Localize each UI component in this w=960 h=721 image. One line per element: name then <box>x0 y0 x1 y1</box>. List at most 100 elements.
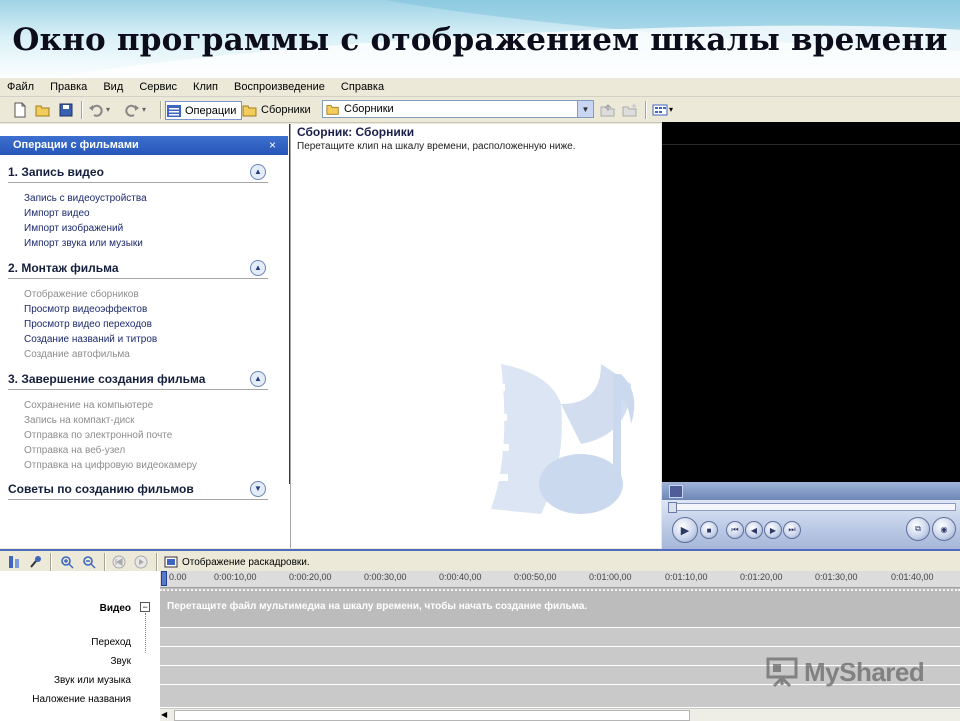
show-storyboard-button[interactable]: Отображение раскадровки. <box>182 557 310 568</box>
playhead[interactable] <box>161 571 167 586</box>
menu-bar: Файл Правка Вид Сервис Клип Воспроизведе… <box>0 78 960 97</box>
fast-forward-icon[interactable]: ⏭ <box>783 521 801 539</box>
preview-status-bar <box>662 482 960 500</box>
operations-icon <box>167 104 181 117</box>
narrate-microphone-icon[interactable] <box>29 555 43 569</box>
task-pane-header: Операции с фильмами × <box>0 136 288 155</box>
section-title[interactable]: 1. Запись видео ▲ <box>8 164 268 183</box>
section-tips: Советы по созданию фильмов ▼ <box>8 481 268 500</box>
collections-button[interactable]: Сборники <box>242 101 314 118</box>
views-button[interactable]: ▾ <box>652 101 673 118</box>
seek-handle[interactable] <box>668 502 677 513</box>
chevron-up-icon[interactable]: ▲ <box>250 371 266 387</box>
title-overlay-track[interactable] <box>160 685 960 708</box>
new-collection-button[interactable] <box>622 101 638 118</box>
section-title[interactable]: 2. Монтаж фильма ▲ <box>8 260 268 279</box>
menu-edit[interactable]: Правка <box>43 78 93 94</box>
section-title-text: 2. Монтаж фильма <box>8 261 119 275</box>
views-dropdown-icon[interactable]: ▾ <box>669 105 673 114</box>
collection-panel: Сборник: Сборники Перетащите клип на шка… <box>291 124 661 548</box>
slide-header: Окно программы с отображением шкалы врем… <box>0 0 960 82</box>
timeline-scrollbar[interactable]: ◀ <box>160 708 960 721</box>
monitor-icon <box>669 485 683 498</box>
video-track[interactable]: Перетащите файл мультимедиа на шкалу вре… <box>160 588 960 628</box>
folder-up-icon <box>600 103 615 116</box>
new-project-button[interactable] <box>12 101 28 118</box>
save-project-button[interactable] <box>58 101 74 118</box>
redo-dropdown-icon[interactable]: ▾ <box>142 105 146 114</box>
zoom-out-icon[interactable] <box>82 555 96 569</box>
menu-play[interactable]: Воспроизведение <box>227 78 331 94</box>
menu-file[interactable]: Файл <box>0 78 40 94</box>
scroll-left-icon[interactable]: ◀ <box>161 710 167 719</box>
toolbar-separator <box>160 101 162 119</box>
chevron-down-icon[interactable]: ▼ <box>577 101 593 117</box>
next-frame-icon[interactable]: ▶ <box>764 521 782 539</box>
section-capture-video: 1. Запись видео ▲ Запись с видеоустройст… <box>8 164 268 251</box>
play-timeline-icon[interactable] <box>134 555 148 569</box>
section-title[interactable]: 3. Завершение создания фильма ▲ <box>8 371 268 390</box>
task-link[interactable]: Просмотр видео переходов <box>8 317 268 332</box>
task-link[interactable]: Импорт звука или музыки <box>8 236 268 251</box>
seek-bar[interactable] <box>668 502 956 513</box>
task-link[interactable]: Просмотр видеоэффектов <box>8 302 268 317</box>
storyboard-icon[interactable] <box>164 555 178 569</box>
task-link[interactable]: Импорт видео <box>8 206 268 221</box>
task-link: Запись на компакт-диск <box>24 415 135 426</box>
track-label-title-overlay: Наложение названия <box>32 694 131 705</box>
previous-frame-icon[interactable]: ◀ <box>745 521 763 539</box>
task-pane-divider <box>289 124 290 484</box>
undo-dropdown-icon[interactable]: ▾ <box>106 105 110 114</box>
timeline: Видео − Переход Звук Звук или музыка Нал… <box>0 571 960 721</box>
transition-track[interactable] <box>160 628 960 647</box>
menu-help[interactable]: Справка <box>334 78 390 94</box>
collections-label: Сборники <box>261 103 311 116</box>
task-link[interactable]: Запись с видеоустройства <box>8 191 268 206</box>
chevron-down-icon[interactable]: ▼ <box>250 481 266 497</box>
ruler-tick-label: 0:00:20,00 <box>289 572 332 582</box>
slide-title: Окно программы с отображением шкалы врем… <box>12 22 948 58</box>
close-icon[interactable]: × <box>269 136 276 155</box>
undo-button[interactable]: ▾ <box>88 101 110 118</box>
ruler-tick-label: 0:01:40,00 <box>891 572 934 582</box>
set-audio-levels-icon[interactable] <box>7 555 21 569</box>
up-level-button[interactable] <box>600 101 616 118</box>
chevron-up-icon[interactable]: ▲ <box>250 164 266 180</box>
split-clip-icon[interactable]: ⧉ <box>906 517 930 541</box>
stop-icon[interactable]: ■ <box>700 521 718 539</box>
rewind-timeline-icon[interactable] <box>112 555 126 569</box>
menu-tools[interactable]: Сервис <box>132 78 183 94</box>
menu-view[interactable]: Вид <box>96 78 129 94</box>
redo-button[interactable]: ▾ <box>124 101 146 118</box>
menu-clip[interactable]: Клип <box>186 78 224 94</box>
operations-label: Операции <box>185 104 237 117</box>
zoom-in-icon[interactable] <box>60 555 74 569</box>
scrollbar-thumb[interactable] <box>174 710 690 721</box>
track-label-audio: Звук <box>110 656 131 667</box>
task-link[interactable]: Создание названий и титров <box>8 332 268 347</box>
ruler-tick-label: 0:00:10,00 <box>214 572 257 582</box>
collapse-icon[interactable]: − <box>140 602 150 612</box>
new-folder-icon <box>622 102 637 116</box>
tree-line <box>145 613 147 653</box>
save-icon <box>59 103 73 116</box>
track-label-video: Видео <box>99 603 131 614</box>
undo-icon <box>89 104 103 117</box>
section-title-text: Советы по созданию фильмов <box>8 482 194 496</box>
rewind-icon[interactable]: ⏮ <box>726 521 744 539</box>
track-label-audio-music: Звук или музыка <box>54 675 131 686</box>
preview-monitor: ▶ ■ ⏮ ◀ ▶ ⏭ ⧉ ◉ <box>662 122 960 549</box>
play-icon[interactable]: ▶ <box>672 517 698 543</box>
myshared-watermark: MyShared <box>766 656 925 688</box>
take-picture-icon[interactable]: ◉ <box>932 517 956 541</box>
collection-dropdown[interactable]: Сборники ▼ <box>322 100 594 118</box>
time-ruler[interactable]: 0.00 0:00:10,00 0:00:20,00 0:00:30,00 0:… <box>160 571 960 588</box>
track-labels: Видео − Переход Звук Звук или музыка Нал… <box>0 571 160 720</box>
section-title[interactable]: Советы по созданию фильмов ▼ <box>8 481 268 500</box>
open-project-button[interactable] <box>35 101 51 118</box>
chevron-up-icon[interactable]: ▲ <box>250 260 266 276</box>
toolbar-separator <box>104 553 106 571</box>
operations-button[interactable]: Операции <box>165 101 243 120</box>
task-link: Создание автофильма <box>24 349 130 360</box>
task-link[interactable]: Импорт изображений <box>8 221 268 236</box>
